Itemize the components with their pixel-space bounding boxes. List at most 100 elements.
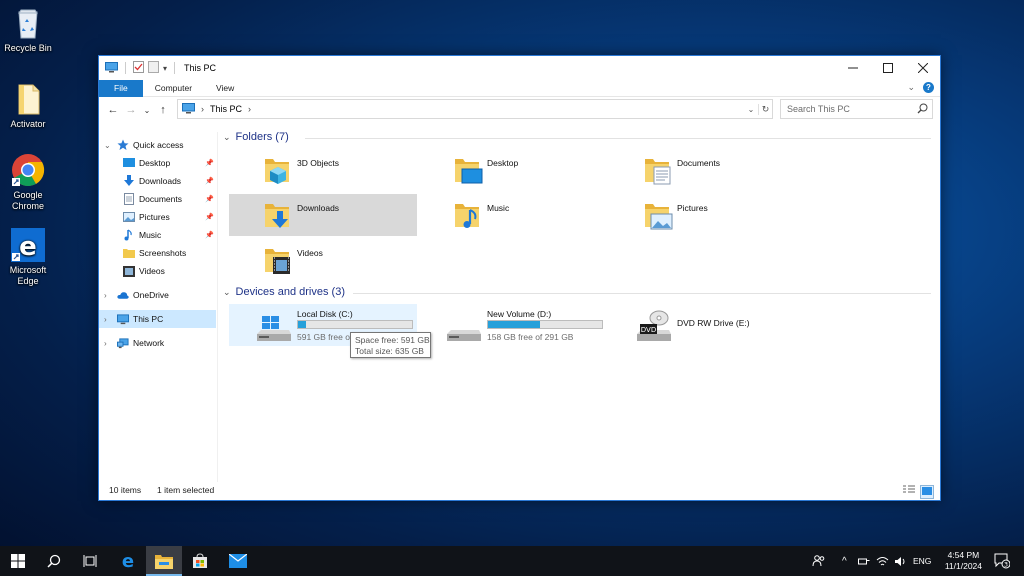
usb-icon[interactable] [858,546,870,576]
expanded-chevron-icon[interactable]: ⌄ [104,141,111,150]
folder-desktop[interactable]: Desktop [419,149,607,191]
folder-videos[interactable]: Videos [229,239,417,281]
tab-view[interactable]: View [204,80,246,97]
section-divider [305,138,931,139]
taskbar-file-explorer[interactable] [146,546,182,576]
back-icon[interactable]: ← [105,104,121,116]
wifi-icon[interactable] [876,546,889,576]
start-button[interactable] [0,546,36,576]
details-view-icon[interactable] [903,485,915,499]
new-folder-icon[interactable] [148,61,159,75]
nav-network[interactable]: › Network [99,334,216,352]
mail-icon [229,554,247,568]
pin-icon[interactable]: 📌 [205,231,214,239]
drives-section-header[interactable]: ⌄ Devices and drives (3) [223,286,345,298]
navigation-bar: ← → ⌄ ↑ › This PC › ⌄ ↻ Search This PC [99,99,940,121]
nav-this-pc[interactable]: › This PC [99,310,216,328]
breadcrumb-this-pc[interactable]: This PC [210,104,242,114]
nav-quick-desktop[interactable]: Desktop 📌 [99,154,216,172]
expanded-chevron-icon[interactable]: ⌄ [223,287,231,298]
windows-drive-icon [257,316,291,344]
desktop-icon-google-chrome[interactable]: Google Chrome [0,153,56,212]
collapsed-chevron-icon[interactable]: › [104,339,107,348]
help-icon[interactable]: ? [923,82,934,93]
up-icon[interactable]: ↑ [155,104,171,116]
quick-access-toolbar: ▾ [99,61,178,75]
folder-pictures[interactable]: Pictures [609,194,797,236]
folder-downloads[interactable]: Downloads [229,194,417,236]
address-bar[interactable]: › This PC › ⌄ ↻ [177,99,773,119]
title-bar[interactable]: ▾ This PC [99,56,940,80]
nav-quick-music[interactable]: Music 📌 [99,226,216,244]
folder-icon [123,247,135,259]
taskbar-store[interactable] [182,546,218,576]
minimize-button[interactable] [835,56,870,80]
computer-icon [117,313,129,325]
expanded-chevron-icon[interactable]: ⌄ [223,132,231,143]
drive-label: Local Disk (C:) [297,309,353,319]
nav-quick-pictures[interactable]: Pictures 📌 [99,208,216,226]
desktop-icon-activator[interactable]: Activator [0,82,56,130]
drive-free-space: 158 GB free of 291 GB [487,332,574,342]
system-clock[interactable]: 4:54 PM 11/1/2024 [945,550,982,572]
task-view-button[interactable] [72,546,108,576]
tab-file[interactable]: File [99,79,143,97]
desktop-icon-recycle-bin[interactable]: Recycle Bin [0,6,56,54]
drive-new-volume-d[interactable]: New Volume (D:) 158 GB free of 291 GB [419,304,607,346]
input-language[interactable]: ENG [913,546,931,576]
expand-ribbon-icon[interactable]: ⌄ [907,82,915,93]
taskbar-edge[interactable]: e [110,546,146,576]
windows-logo-icon [11,554,25,568]
nav-label: Screenshots [139,248,187,258]
collapsed-chevron-icon[interactable]: › [104,291,107,300]
nav-quick-access[interactable]: ⌄ Quick access [99,136,216,154]
address-dropdown-icon[interactable]: ⌄ [744,105,758,114]
pane-divider[interactable] [217,132,218,482]
people-icon[interactable] [812,546,826,576]
breadcrumb-chevron-icon[interactable]: › [248,104,251,114]
close-button[interactable] [905,56,940,80]
pin-icon[interactable]: 📌 [205,213,214,221]
maximize-button[interactable] [870,56,905,80]
folder-documents[interactable]: Documents [609,149,797,191]
documents-folder-icon [643,155,673,185]
refresh-icon[interactable]: ↻ [758,103,772,115]
pin-icon[interactable]: 📌 [205,159,214,167]
videos-folder-icon [263,245,293,275]
tab-computer[interactable]: Computer [143,80,204,97]
show-hidden-icons-chevron-icon[interactable]: ^ [842,546,847,576]
action-center-button[interactable]: 3 [994,553,1011,571]
nav-quick-downloads[interactable]: Downloads 📌 [99,172,216,190]
folder-3d-objects[interactable]: 3D Objects [229,149,417,191]
edge-icon: e [11,228,45,262]
folders-section-header[interactable]: ⌄ Folders (7) [223,131,289,143]
search-button[interactable] [36,546,72,576]
music-folder-icon [453,200,483,230]
store-icon [193,553,207,568]
customize-qat-icon[interactable]: ▾ [163,64,167,73]
nav-quick-videos[interactable]: Videos [99,262,216,280]
volume-icon[interactable] [894,546,907,576]
pin-icon[interactable]: 📌 [205,195,214,203]
search-icon[interactable] [917,103,928,116]
nav-quick-documents[interactable]: Documents 📌 [99,190,216,208]
collapsed-chevron-icon[interactable]: › [104,315,107,324]
desktop-icon-label: Activator [10,119,46,129]
search-icon [47,554,61,568]
large-icons-view-icon[interactable] [920,485,934,499]
taskbar-mail[interactable] [220,546,256,576]
drive-dvd-rw-e[interactable]: DVD DVD RW Drive (E:) [609,304,797,346]
pin-icon[interactable]: 📌 [205,177,214,185]
nav-quick-screenshots[interactable]: Screenshots [99,244,216,262]
properties-icon[interactable] [133,61,144,75]
breadcrumb-chevron-icon[interactable]: › [201,104,204,114]
drive-label: DVD RW Drive (E:) [677,318,750,328]
search-input[interactable]: Search This PC [780,99,933,119]
forward-icon[interactable]: → [123,104,139,116]
desktop-icon-label: Microsoft Edge [9,265,47,286]
desktop-icon-microsoft-edge[interactable]: e Microsoft Edge [0,228,56,287]
recent-locations-icon[interactable]: ⌄ [139,106,155,115]
nav-label: Quick access [133,140,184,150]
folder-music[interactable]: Music [419,194,607,236]
nav-onedrive[interactable]: › OneDrive [99,286,216,304]
